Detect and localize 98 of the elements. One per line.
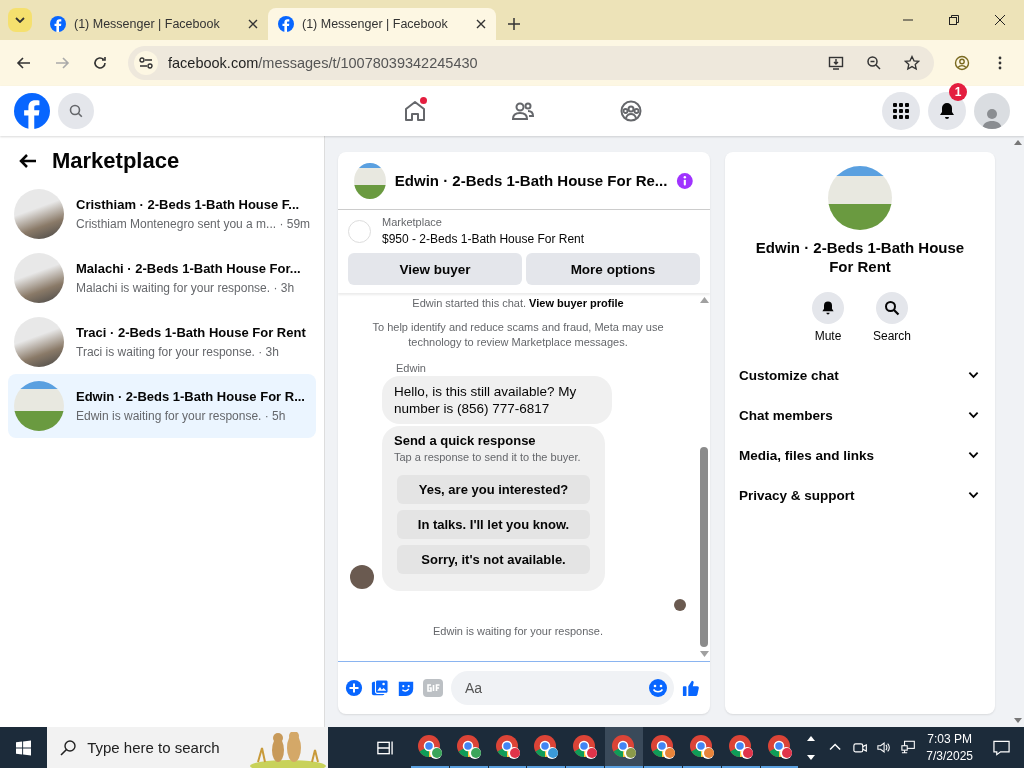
chrome-taskbar-button[interactable] [605, 727, 643, 768]
conversation-title: Edwin · 2-Beds 1-Bath House For Rent [754, 238, 966, 276]
account-avatar[interactable] [974, 93, 1010, 129]
search-icon [884, 300, 900, 316]
close-tab-icon[interactable] [248, 19, 258, 29]
bookmark-star-icon[interactable] [904, 55, 920, 71]
quick-reply-button[interactable]: In talks. I'll let you know. [397, 510, 590, 539]
more-options-button[interactable]: More options [526, 253, 700, 285]
tab-title: (1) Messenger | Facebook [74, 17, 221, 31]
chevron-icon [968, 451, 979, 459]
photo-icon[interactable] [371, 678, 389, 698]
settings-section[interactable]: Media, files and links [725, 435, 995, 475]
read-receipt-avatar [674, 599, 686, 611]
conversation-item[interactable]: Cristhiam · 2-Beds 1-Bath House F... Cristhiam Montenegro sent you a m... · 59m [8, 182, 316, 246]
facebook-logo-icon[interactable] [14, 93, 50, 129]
sender-name: Edwin [396, 362, 427, 374]
view-profile-link[interactable]: View buyer profile [529, 297, 624, 309]
network-icon[interactable] [901, 740, 916, 755]
conversation-item[interactable]: Edwin · 2-Beds 1-Bath House For R... Edwin is waiting for your response. · 5h [8, 374, 316, 438]
volume-icon[interactable] [876, 740, 892, 755]
close-icon[interactable] [995, 15, 1005, 25]
emoji-icon[interactable] [648, 678, 668, 698]
conversation-name: Edwin · 2-Beds 1-Bath House For R... [76, 389, 305, 405]
conversation-preview: Traci is waiting for your response. · 3h [76, 345, 280, 359]
group-icon [619, 99, 643, 123]
chevron-icon [968, 491, 979, 499]
photo-placeholder [14, 381, 64, 431]
grid-icon [892, 102, 910, 120]
facebook-logo-icon [50, 16, 66, 32]
action-label: Mute [814, 329, 842, 343]
url-text: facebook.com/messages/t/10078039342245430 [168, 55, 478, 71]
search-icon [59, 738, 78, 757]
restore-icon[interactable] [949, 15, 959, 25]
scroll-down-icon[interactable] [807, 754, 816, 760]
view-buyer-button[interactable]: View buyer [348, 253, 522, 285]
chevron-icon [968, 411, 979, 419]
taskbar-search-field[interactable]: Type here to search [85, 738, 240, 757]
settings-section[interactable]: Privacy & support [725, 475, 995, 515]
browser-tab[interactable]: (1) Messenger | Facebook [268, 8, 496, 40]
waiting-status: Edwin is waiting for your response. [432, 625, 604, 637]
add-icon[interactable] [345, 678, 363, 698]
photo-placeholder [14, 253, 64, 303]
bell-icon [937, 101, 957, 121]
chat-title: Edwin · 2-Beds 1-Bath House For Re... [394, 172, 668, 189]
scroll-up-icon[interactable] [807, 735, 816, 741]
clock-time: 7:03 PM [927, 732, 972, 746]
conversation-preview: Malachi is waiting for your response. · 3h [76, 281, 296, 295]
quick-reply-button[interactable]: Yes, are you interested? [397, 475, 590, 504]
facebook-logo-icon [278, 16, 294, 32]
chevron-icon [968, 371, 979, 379]
close-tab-icon[interactable] [476, 19, 486, 29]
install-app-icon[interactable] [828, 55, 844, 71]
camera-icon[interactable] [852, 740, 867, 755]
photo-placeholder [14, 317, 64, 367]
message-bubble: Hello, is this still available? My number is (856) 777-6817 [382, 376, 612, 424]
settings-section[interactable]: Customize chat [725, 355, 995, 395]
safety-notice: To help identify and reduce scams and fraud, Meta may use technology to review Marketplace messages. [371, 320, 665, 350]
menu-grid-button[interactable] [882, 92, 920, 130]
settings-section[interactable]: Chat members [725, 395, 995, 435]
notification-center-icon[interactable] [993, 738, 1010, 757]
browser-tab[interactable]: (1) Messenger | Facebook [40, 8, 268, 40]
address-bar[interactable]: facebook.com/messages/t/10078039342245430 [128, 46, 934, 80]
mute-button[interactable] [812, 292, 844, 324]
bell-icon [820, 300, 836, 316]
avatar-placeholder [350, 565, 374, 589]
tab-title: (1) Messenger | Facebook [302, 17, 449, 31]
search-button[interactable] [876, 292, 908, 324]
like-icon[interactable] [682, 678, 700, 698]
home-icon [403, 99, 427, 123]
conversation-preview: Cristhiam Montenegro sent you a m... · 59m [76, 217, 310, 231]
chat-start-note: Edwin started this chat. View buyer profile [411, 296, 625, 310]
quick-reply-button[interactable]: Sorry, it's not available. [397, 545, 590, 574]
conversation-name: Malachi · 2-Beds 1-Bath House For... [76, 261, 301, 277]
search-icon [68, 103, 84, 119]
caret-icon [15, 17, 25, 23]
conversation-name: Cristhiam · 2-Beds 1-Bath House F... [76, 197, 301, 213]
photo-placeholder [354, 162, 386, 199]
tab-search-button[interactable] [8, 8, 32, 32]
message-input[interactable]: Aa [463, 679, 648, 697]
new-tab-icon[interactable] [508, 18, 520, 30]
zoom-icon[interactable] [866, 55, 882, 71]
listing-title: $950 - 2-Beds 1-Bath House For Rent [382, 232, 585, 246]
site-settings-icon[interactable] [134, 51, 158, 75]
quick-response-hint: Tap a response to send it to the buyer. [394, 451, 582, 463]
info-icon[interactable] [676, 170, 694, 191]
clock-date: 7/3/2025 [926, 749, 973, 763]
conversation-name: Traci · 2-Beds 1-Bath House For Rent [76, 325, 306, 341]
listing-label: Marketplace [382, 216, 443, 228]
message-field[interactable]: Aa [451, 671, 674, 705]
scroll-thumb[interactable] [700, 447, 708, 647]
photo-placeholder [14, 189, 64, 239]
quick-response-title: Send a quick response [394, 433, 537, 448]
action-label: Search [873, 329, 911, 343]
conversation-preview: Edwin is waiting for your response. · 5h [76, 409, 287, 423]
conversation-item[interactable]: Malachi · 2-Beds 1-Bath House For... Malachi is waiting for your response. · 3h [8, 246, 316, 310]
conversation-item[interactable]: Traci · 2-Beds 1-Bath House For Rent Traci is waiting for your response. · 3h [8, 310, 316, 374]
search-box[interactable]: Type here to search [47, 727, 328, 768]
page-title: Marketplace [52, 148, 180, 174]
